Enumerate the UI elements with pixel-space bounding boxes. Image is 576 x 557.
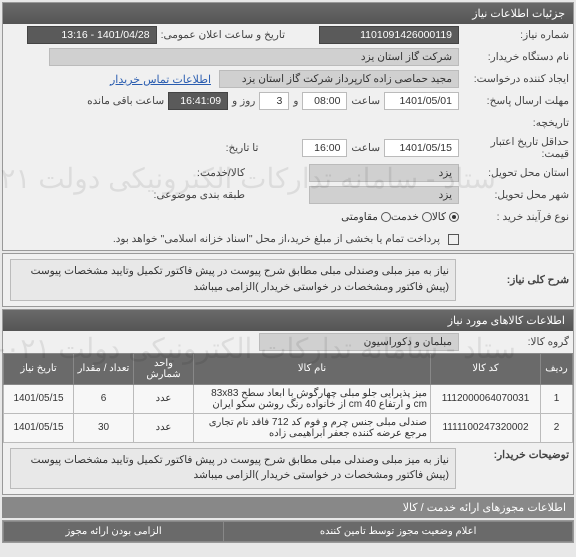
label-todate: تا تاریخ: xyxy=(222,142,263,154)
city: یزد xyxy=(309,186,459,204)
radio-dot-icon xyxy=(381,212,391,222)
row-city: شهر محل تحویل: یزد طبقه بندی موضوعی: xyxy=(3,184,573,206)
footer-h1: اطلاعات مجوزهای ارائه خدمت / کالا xyxy=(2,497,574,518)
label-history: تاریخچه: xyxy=(459,117,569,129)
radio-dot-icon xyxy=(422,212,432,222)
state: یزد xyxy=(309,164,459,182)
items-header: اطلاعات کالاهای مورد نیاز xyxy=(3,310,573,331)
radio-dot-icon xyxy=(449,212,459,222)
mincredit-date: 1401/05/15 xyxy=(384,139,459,157)
col-code: کد کالا xyxy=(431,353,541,384)
footer-panel: اعلام وضعیت مجوز توسط تامین کننده الزامی… xyxy=(2,520,574,543)
lbl-and: و xyxy=(289,95,302,107)
buyer-note: نیاز به میز مبلی وصندلی مبلی مطابق شرح پ… xyxy=(10,448,456,490)
cell-date: 1401/05/15 xyxy=(4,413,74,442)
col-unit: واحد شمارش xyxy=(134,353,194,384)
summary-panel: شرح کلی نیاز: نیاز به میز مبلی وصندلی مب… xyxy=(2,253,574,307)
col-name: نام کالا xyxy=(194,353,431,384)
label-mincredit: حداقل تاریخ اعتبار قیمت: xyxy=(459,136,569,160)
label-requester: ایجاد کننده درخواست: xyxy=(459,73,569,85)
label-pack: طبقه بندی موضوعی: xyxy=(150,189,249,201)
cell-date: 1401/05/15 xyxy=(4,384,74,413)
pay-checkbox[interactable] xyxy=(448,234,459,245)
contact-link[interactable]: اطلاعات تماس خریدار xyxy=(110,73,211,86)
col-n: ردیف xyxy=(541,353,573,384)
label-buytype: نوع فرآیند خرید : xyxy=(459,211,569,223)
org-name: شرکت گاز استان یزد xyxy=(49,48,459,66)
cell-name: میز پذیرایی جلو مبلی چهارگوش با ابعاد سط… xyxy=(194,384,431,413)
row-state: استان محل تحویل: یزد کالا/خدمت: xyxy=(3,162,573,184)
cell-name: صندلی مبلی جنس چرم و فوم کد 712 فاقد نام… xyxy=(194,413,431,442)
panel-title: جزئیات اطلاعات نیاز xyxy=(3,3,573,24)
days: 3 xyxy=(259,92,289,110)
label-group: گروه کالا: xyxy=(459,336,569,348)
cell-code: 1111100247320002 xyxy=(431,413,541,442)
requester: مجید حماصی زاده کارپرداز شرکت گاز استان … xyxy=(219,70,459,88)
col-qty: تعداد / مقدار xyxy=(74,353,134,384)
row-requester: ایجاد کننده درخواست: مجید حماصی زاده کار… xyxy=(3,68,573,90)
table-row[interactable]: 11112000064070031میز پذیرایی جلو مبلی چه… xyxy=(4,384,573,413)
summary-header: شرح کلی نیاز: xyxy=(459,274,569,286)
main-panel: جزئیات اطلاعات نیاز شماره نیاز: 11010914… xyxy=(2,2,574,251)
row-pay: پرداخت تمام یا بخشی از مبلغ خرید،از محل … xyxy=(3,228,573,250)
cell-n: 2 xyxy=(541,413,573,442)
cell-n: 1 xyxy=(541,384,573,413)
deadline-time: 08:00 xyxy=(302,92,347,110)
items-panel: اطلاعات کالاهای مورد نیاز گروه کالا: مبل… xyxy=(2,309,574,496)
group: مبلمان و دکوراسیون xyxy=(259,333,459,351)
need-number: 1101091426000119 xyxy=(319,26,459,44)
col-date: تاریخ نیاز xyxy=(4,353,74,384)
lbl-remain: ساعت باقی مانده xyxy=(83,95,168,107)
summary-text: نیاز به میز مبلی وصندلی مبلی مطابق شرح پ… xyxy=(10,259,456,301)
remain-time: 16:41:09 xyxy=(168,92,228,110)
row-org: نام دستگاه خریدار: شرکت گاز استان یزد xyxy=(3,46,573,68)
pay-note: پرداخت تمام یا بخشی از مبلغ خرید،از محل … xyxy=(7,233,444,245)
label-state: استان محل تحویل: xyxy=(459,167,569,179)
label-city: شهر محل تحویل: xyxy=(459,189,569,201)
row-history: تاریخچه: xyxy=(3,112,573,134)
radio-moq[interactable]: مقاومتی xyxy=(341,211,391,223)
label-number: شماره نیاز: xyxy=(459,29,569,41)
row-deadline: مهلت ارسال پاسخ: 1401/05/01 ساعت 08:00 و… xyxy=(3,90,573,112)
label-org: نام دستگاه خریدار: xyxy=(459,51,569,63)
lbl-time1: ساعت xyxy=(347,95,384,107)
cell-qty: 6 xyxy=(74,384,134,413)
cell-unit: عدد xyxy=(134,384,194,413)
lbl-time2: ساعت xyxy=(347,142,384,154)
items-table: ردیف کد کالا نام کالا واحد شمارش تعداد /… xyxy=(3,353,573,443)
row-mincredit: حداقل تاریخ اعتبار قیمت: 1401/05/15 ساعت… xyxy=(3,134,573,162)
announce-date: 1401/04/28 - 13:16 xyxy=(27,26,157,44)
lbl-day: روز و xyxy=(228,95,259,107)
cell-qty: 30 xyxy=(74,413,134,442)
deadline-date: 1401/05/01 xyxy=(384,92,459,110)
radio-khedmat[interactable]: خدمت xyxy=(391,211,432,223)
footer-col2: الزامی بودن ارائه مجوز xyxy=(4,522,224,542)
cell-unit: عدد xyxy=(134,413,194,442)
label-deadline: مهلت ارسال پاسخ: xyxy=(459,95,569,107)
footer-col1: اعلام وضعیت مجوز توسط تامین کننده xyxy=(224,522,573,542)
row-buytype: نوع فرآیند خرید : کالا خدمت مقاومتی xyxy=(3,206,573,228)
label-date: تاریخ و ساعت اعلان عمومی: xyxy=(157,29,289,41)
radio-kala[interactable]: کالا xyxy=(432,211,459,223)
label-service: کالا/خدمت: xyxy=(193,167,249,179)
buyer-note-label: توضیحات خریدار: xyxy=(459,445,569,461)
mincredit-time: 16:00 xyxy=(302,139,347,157)
cell-code: 1112000064070031 xyxy=(431,384,541,413)
table-row[interactable]: 21111100247320002صندلی مبلی جنس چرم و فو… xyxy=(4,413,573,442)
row-number: شماره نیاز: 1101091426000119 تاریخ و ساع… xyxy=(3,24,573,46)
